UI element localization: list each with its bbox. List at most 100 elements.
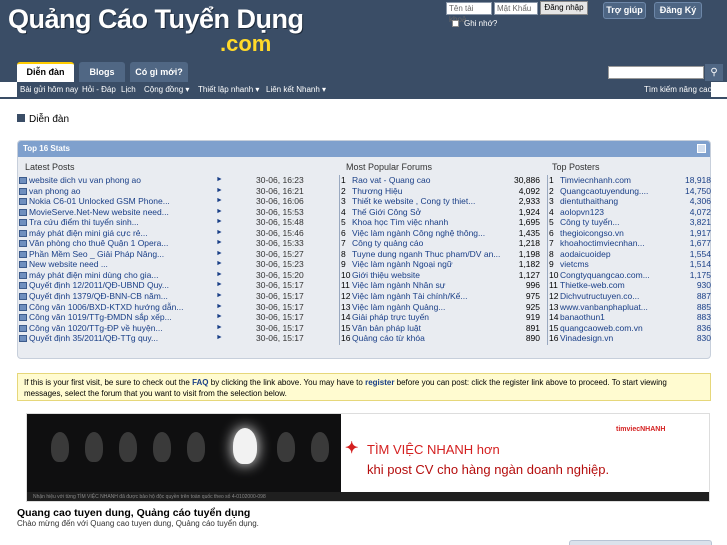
latest-post-title[interactable]: website dich vu van phong ao [29,175,141,186]
go-to-post-icon[interactable]: ► [216,302,223,313]
go-to-post-icon[interactable]: ► [216,217,223,228]
banner-headline: TÌM VIỆC NHANH hơn [367,442,500,457]
remember-me-checkbox[interactable]: Ghi nhớ? [452,19,497,29]
bulb-icon [311,432,329,462]
latest-post-title[interactable]: Văn phòng cho thuê Quận 1 Opera... [29,238,168,249]
latest-post-title[interactable]: Quyết định 12/2011/QĐ-UBND Quy... [29,280,169,291]
latest-post-title[interactable]: van phong ao [29,186,81,197]
thread-icon [19,250,27,258]
forum-post-count: 30,886 [514,175,540,185]
register-button[interactable]: Đăng Ký [654,2,702,19]
latest-post-date: 30-06, 15:17 [256,301,304,312]
notice-text: If this is your first visit, be sure to … [24,378,193,387]
top-poster-row: 2 Quangcaotuyendung.... 14,750 [549,186,712,197]
breadcrumb-forum[interactable]: Diễn đàn [29,114,69,125]
poster-post-count: 930 [696,280,711,291]
latest-post-title[interactable]: máy phát điện mini giá cực rẻ... [29,228,148,239]
site-logo-domain[interactable]: .com [220,32,271,56]
stats-header: Top 16 Stats [18,141,710,157]
popular-forum-row: 15 Văn bản pháp luật 891 [341,323,546,334]
popular-forum-row: 12 Việc làm ngành Tài chính/Kế... 975 [341,291,546,302]
latest-post-title[interactable]: Công văn 1020/TTg-ĐP về huyện... [29,323,163,334]
latest-post-title[interactable]: Công văn 1019/TTg-ĐMDN sắp xếp... [29,312,172,323]
popular-forum-row: 13 Việc làm ngành Quảng... 925 [341,302,546,313]
latest-post-date: 30-06, 15:17 [256,291,304,302]
latest-post-row: Công văn 1006/BXD-KTXD hướng dẫn... ► 30-0… [18,302,318,313]
sub-navbar: Bài gửi hôm nay Hỏi - Đáp Lịch Cộng đồng… [0,82,727,99]
latest-post-title[interactable]: New website need ... [29,259,108,270]
subnav-faq[interactable]: Hỏi - Đáp [82,83,116,97]
tab-forum[interactable]: Diễn đàn [17,62,74,82]
latest-post-row: máy phát điện mini giá cực rẻ... ► 30-06, … [18,228,318,239]
help-button[interactable]: Trợ giúp [603,2,646,19]
top-stats-panel: Top 16 Stats Latest Posts Most Popular F… [17,140,711,359]
bulb-icon [119,432,137,462]
top-poster-row: 7 khoahoctimviecnhan... 1,677 [549,238,712,249]
go-to-post-icon[interactable]: ► [216,238,223,249]
site-header: Quảng Cáo Tuyển Dụng .com Tên tài khoả M… [0,0,727,62]
latest-post-row: Tra cứu điểm thi tuyển sinh... ► 30-06, 15… [18,217,318,228]
go-to-post-icon[interactable]: ► [216,259,223,270]
subnav-today-posts[interactable]: Bài gửi hôm nay [20,83,78,97]
collapse-icon[interactable] [697,144,706,153]
latest-post-title[interactable]: máy phát điện mini dùng cho gia... [29,270,158,281]
go-to-post-icon[interactable]: ► [216,291,223,302]
poster-post-count: 1,175 [689,269,711,280]
top-poster-row: 3 dientuthaithang 4,306 [549,196,712,207]
latest-post-title[interactable]: Quyết định 1379/QĐ-BNN-CB năm... [29,291,168,302]
banner-logo: timviecNHANH [616,426,666,433]
subnav-community[interactable]: Cộng đồng ▾ [144,83,189,97]
latest-post-title[interactable]: MovieServe.Net-New website need... [29,207,169,218]
search-input[interactable] [608,66,704,79]
latest-post-title[interactable]: Công văn 1006/BXD-KTXD hướng dẫn... [29,302,183,313]
latest-post-title[interactable]: Nokia C6-01 Unlocked GSM Phone... [29,196,170,207]
go-to-post-icon[interactable]: ► [216,312,223,323]
password-input[interactable]: Mật Khẩu [494,2,538,15]
login-button[interactable]: Đăng nhập [540,1,588,15]
go-to-post-icon[interactable]: ► [216,323,223,334]
forum-post-count: 925 [525,301,540,312]
poster-post-count: 830 [696,333,711,344]
tab-blogs[interactable]: Blogs [79,62,125,82]
go-to-post-icon[interactable]: ► [216,249,223,260]
subnav-quick-settings[interactable]: Thiết lập nhanh ▾ [198,83,259,97]
thread-icon [19,335,27,343]
ad-banner[interactable]: ✦ TÌM VIỆC NHANH hơn khi post CV cho hàn… [26,413,710,502]
column-divider [339,175,340,345]
search-icon[interactable]: ⚲ [705,64,723,81]
banner-dark-panel [27,414,341,501]
faq-link[interactable]: FAQ [192,378,208,387]
latest-post-date: 30-06, 15:17 [256,280,304,291]
latest-post-title[interactable]: Tra cứu điểm thi tuyển sinh... [29,217,139,228]
thread-icon [19,303,27,311]
latest-post-title[interactable]: Phần Mềm Seo _ Giải Pháp Nâng... [29,249,164,260]
go-to-post-icon[interactable]: ► [216,270,223,281]
checkbox-icon[interactable] [452,20,459,27]
latest-post-title[interactable]: Quyết định 35/2011/QĐ-TTg quy... [29,333,158,344]
home-icon[interactable] [17,114,25,122]
go-to-post-icon[interactable]: ► [216,186,223,197]
thread-icon [19,219,27,227]
register-link[interactable]: register [365,378,394,387]
popular-forum-row: 1 Rao vat - Quang cao 30,886 [341,175,546,186]
thread-icon [19,229,27,237]
bulb-icon [187,432,205,462]
tab-whats-new[interactable]: Có gì mới? [130,62,188,82]
go-to-post-icon[interactable]: ► [216,196,223,207]
bulb-icon [277,432,295,462]
go-to-post-icon[interactable]: ► [216,228,223,239]
go-to-post-icon[interactable]: ► [216,280,223,291]
poster-post-count: 1,677 [689,238,711,249]
banner-caption: Nhận hiệu với từng TÌM VIỆC NHANH đã đượ… [33,494,266,500]
top-poster-row: 1 Timviecnhanh.com 18,918 [549,175,712,186]
subnav-calendar[interactable]: Lịch [121,83,136,97]
go-to-post-icon[interactable]: ► [216,175,223,186]
go-to-post-icon[interactable]: ► [216,207,223,218]
username-input[interactable]: Tên tài khoả [446,2,492,24]
go-to-post-icon[interactable]: ► [216,333,223,344]
latest-post-date: 30-06, 16:06 [256,196,304,207]
bulb-icon [153,432,171,462]
subnav-advanced-search[interactable]: Tìm kiếm nâng cao [644,83,712,97]
latest-posts-list: website dich vu van phong ao ► 30-06, 16:2… [18,175,318,344]
subnav-quick-links[interactable]: Liên kết Nhanh ▾ [266,83,326,97]
